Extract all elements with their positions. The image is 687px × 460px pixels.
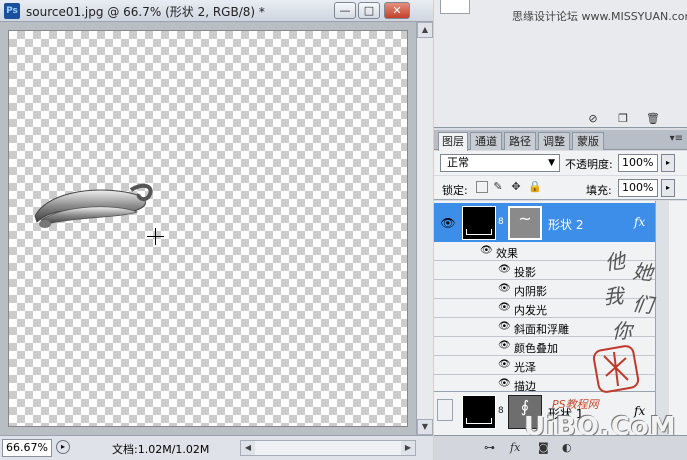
svg-text:我: 我 — [603, 284, 627, 309]
fx-icon[interactable]: fx — [634, 215, 645, 229]
canvas-area — [0, 22, 416, 435]
svg-text:她: 她 — [631, 259, 655, 285]
fx-icon[interactable]: fx — [510, 441, 520, 454]
layer-name[interactable]: 形状 2 — [548, 216, 583, 233]
visibility-toggle[interactable] — [437, 399, 453, 421]
tab-adjustments[interactable]: 调整 — [538, 132, 570, 150]
eye-icon[interactable]: 👁 — [498, 378, 511, 389]
add-mask-icon[interactable]: ◙ — [538, 441, 549, 454]
fill-label: 填充: — [586, 184, 612, 197]
eye-icon[interactable]: 👁 — [498, 359, 511, 370]
upper-panel: 思缘设计论坛 www.MISSYUAN.com ⊘ ❐ 🗑 — [434, 0, 687, 128]
effects-header-label: 效果 — [496, 247, 518, 260]
tab-layers[interactable]: 图层 — [438, 132, 468, 151]
opacity-label: 不透明度: — [565, 158, 613, 171]
fill-slider-arrow-icon[interactable]: ▸ — [661, 179, 675, 197]
lock-icon[interactable]: 🔒 — [528, 181, 542, 193]
document-statusbar: 66.67% ▸ 文档:1.02M/1.02M ◀ ▶ — [0, 435, 433, 460]
transparent-canvas[interactable] — [8, 30, 408, 427]
lock-brush-icon[interactable]: ✎ — [492, 181, 504, 193]
lock-move-icon[interactable]: ✥ — [510, 181, 522, 193]
chain-link-icon[interactable]: 8 — [498, 406, 504, 416]
layers-footer-toolbar: ⊶ fx ◙ ◐ — [434, 435, 687, 460]
eye-icon[interactable]: 👁 — [498, 340, 511, 351]
horizontal-scrollbar[interactable]: ◀ ▶ — [240, 440, 416, 456]
blend-row: 正常 ▼ 不透明度: 100% ▸ — [434, 151, 687, 175]
panel-thumbnail — [440, 0, 470, 14]
no-entry-icon[interactable]: ⊘ — [586, 112, 600, 126]
layer-row-shape-2[interactable]: 👁 8 ~ 形状 2 fx — [434, 203, 655, 243]
document-size-info: 文档:1.02M/1.02M — [112, 443, 210, 456]
eye-icon[interactable]: 👁 — [498, 302, 511, 313]
chain-link-icon[interactable]: 8 — [498, 217, 504, 227]
document-titlebar[interactable]: Ps source01.jpg @ 66.7% (形状 2, RGB/8) * … — [0, 0, 433, 22]
document-window: Ps source01.jpg @ 66.7% (形状 2, RGB/8) * … — [0, 0, 433, 460]
effect-label: 内发光 — [514, 304, 547, 317]
fill-field[interactable]: 100% — [618, 179, 658, 197]
adjustment-layer-icon[interactable]: ◐ — [562, 441, 572, 454]
effect-label: 斜面和浮雕 — [514, 323, 569, 336]
upper-panel-toolbar: ⊘ ❐ 🗑 — [434, 110, 687, 128]
svg-text:他: 他 — [603, 248, 628, 275]
effect-label: 光泽 — [514, 361, 536, 374]
zoom-field[interactable]: 66.67% — [2, 439, 52, 457]
lock-transparency-icon[interactable] — [476, 181, 488, 193]
scroll-up-icon[interactable]: ▲ — [417, 22, 433, 38]
opacity-slider-arrow-icon[interactable]: ▸ — [661, 154, 675, 172]
status-menu-icon[interactable]: ▸ — [56, 440, 70, 454]
trash-icon[interactable]: 🗑 — [646, 112, 660, 126]
tab-masks[interactable]: 蒙版 — [572, 132, 604, 150]
eye-icon[interactable]: 👁 — [498, 264, 511, 275]
tab-channels[interactable]: 通道 — [470, 132, 502, 150]
eye-icon[interactable]: 👁 — [437, 212, 459, 234]
svg-text:们: 们 — [631, 291, 657, 318]
lock-row: 锁定: ✎ ✥ 🔒 填充: 100% ▸ — [434, 176, 687, 200]
layers-tab-strip: 图层 通道 路径 调整 蒙版 ▾≡ — [434, 130, 687, 151]
crosshair-cursor-icon — [147, 228, 164, 245]
dropdown-arrow-icon: ▼ — [548, 158, 555, 168]
svg-text:你: 你 — [612, 319, 635, 343]
photoshop-app-icon: Ps — [4, 3, 20, 19]
opacity-field[interactable]: 100% — [618, 154, 658, 172]
new-item-icon[interactable]: ❐ — [616, 112, 630, 126]
scroll-down-icon[interactable]: ▼ — [417, 419, 433, 435]
eye-icon[interactable]: 👁 — [498, 283, 511, 294]
close-button[interactable]: ✕ — [384, 2, 410, 19]
mask-glyph: ~ — [518, 209, 532, 228]
scroll-right-icon[interactable]: ▶ — [401, 441, 415, 455]
forum-watermark: 思缘设计论坛 www.MISSYUAN.com — [512, 10, 687, 23]
lock-label: 锁定: — [442, 184, 468, 197]
shape-artwork[interactable] — [27, 176, 167, 236]
effect-label: 内阴影 — [514, 285, 547, 298]
effect-label: 投影 — [514, 266, 536, 279]
vertical-scrollbar[interactable]: ▲ ▼ — [416, 22, 433, 435]
right-panel-dock: 思缘设计论坛 www.MISSYUAN.com ⊘ ❐ 🗑 图层 通道 路径 调… — [434, 0, 687, 460]
document-title: source01.jpg @ 66.7% (形状 2, RGB/8) * — [26, 5, 265, 19]
layer-thumbnail — [462, 395, 496, 429]
minimize-button[interactable]: — — [334, 2, 356, 19]
eye-icon[interactable]: 👁 — [498, 321, 511, 332]
effect-label: 颜色叠加 — [514, 342, 558, 355]
signature-stamp: 他 她 我 们 你 — [592, 248, 657, 393]
ps-site-watermark: PS教程网 — [552, 398, 599, 411]
restore-button[interactable]: □ — [358, 2, 380, 19]
vector-mask-thumbnail[interactable]: ~ — [508, 206, 542, 240]
panel-menu-icon[interactable]: ▾≡ — [670, 133, 683, 144]
blend-mode-value: 正常 — [447, 156, 469, 169]
tab-paths[interactable]: 路径 — [504, 132, 536, 150]
blend-mode-select[interactable]: 正常 ▼ — [440, 154, 560, 172]
eye-icon[interactable]: 👁 — [480, 245, 493, 256]
layer-thumbnail — [462, 206, 496, 240]
link-layers-icon[interactable]: ⊶ — [484, 441, 495, 454]
scroll-left-icon[interactable]: ◀ — [241, 441, 255, 455]
